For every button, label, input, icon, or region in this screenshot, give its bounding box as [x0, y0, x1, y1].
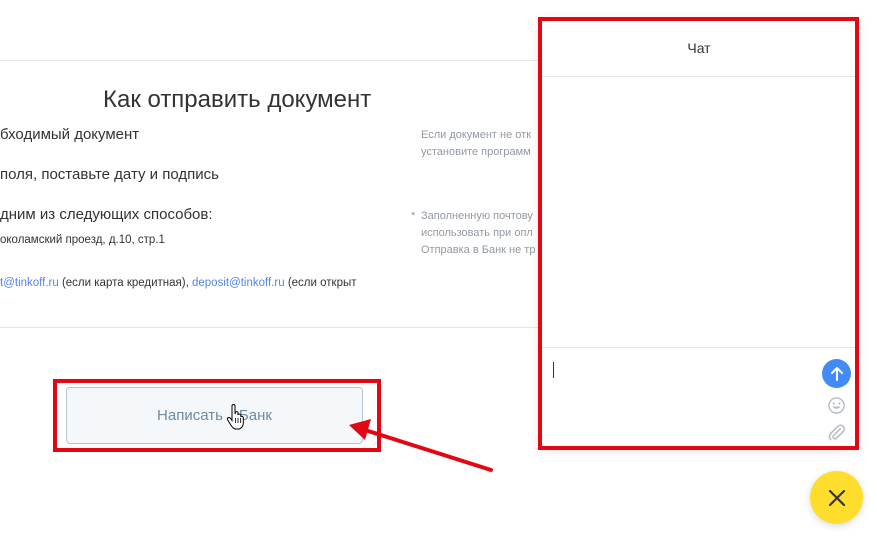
step-1-text: бходимый документ [0, 126, 140, 143]
email-credit-link[interactable]: t@tinkoff.ru [0, 277, 59, 289]
paperclip-icon[interactable] [827, 423, 846, 442]
bank-address: околамский проезд, д.10, стр.1 [0, 234, 165, 246]
email-options: t@tinkoff.ru (если карта кредитная), dep… [0, 277, 357, 289]
chat-widget: Чат [541, 19, 857, 448]
chat-input-area [541, 348, 857, 448]
content-bottom-divider [0, 327, 541, 328]
note-1-line-1: Если документ не отк [421, 129, 532, 141]
step-2-text: поля, поставьте дату и подпись [0, 166, 219, 183]
chat-message-input[interactable] [551, 358, 811, 380]
close-icon [828, 489, 845, 506]
note-2-line-3: Отправка в Банк не тр [421, 244, 536, 256]
email-deposit-link[interactable]: deposit@tinkoff.ru [192, 277, 285, 289]
email-deposit-note: (если открыт [284, 277, 357, 289]
page-title: Как отправить документ [103, 86, 372, 113]
note-asterisk: * [411, 210, 416, 222]
note-2-line-2: использовать при опл [421, 227, 533, 239]
smile-icon[interactable] [827, 396, 846, 415]
chat-title: Чат [687, 39, 711, 56]
write-to-bank-button[interactable]: Написать Банк [66, 387, 363, 444]
write-button-label-prefix: Написать [157, 407, 223, 424]
top-divider [0, 60, 541, 61]
chat-messages-area[interactable] [541, 77, 857, 348]
chat-header: Чат [541, 19, 857, 77]
step-3-text: дним из следующих способов: [0, 206, 213, 223]
hand-cursor-icon [226, 404, 244, 430]
note-1-line-2: установите программ [421, 146, 531, 158]
arrow-up-icon [830, 366, 843, 381]
send-message-button[interactable] [822, 359, 851, 388]
close-chat-button[interactable] [810, 471, 863, 524]
email-credit-note: (если карта кредитная), [58, 277, 192, 289]
note-2-line-1: Заполненную почтову [421, 210, 533, 222]
text-caret [553, 362, 554, 378]
